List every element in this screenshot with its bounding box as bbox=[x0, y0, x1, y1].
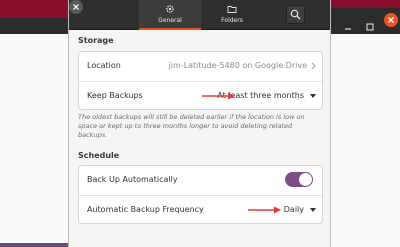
auto-backup-toggle[interactable] bbox=[285, 172, 313, 187]
window-close-button[interactable] bbox=[384, 13, 398, 27]
auto-backup-label: Back Up Automatically bbox=[87, 175, 178, 184]
maximize-icon[interactable] bbox=[366, 23, 374, 34]
auto-backup-row: Back Up Automatically bbox=[79, 166, 322, 194]
search-button[interactable] bbox=[286, 5, 305, 24]
toggle-knob bbox=[299, 173, 312, 186]
location-label: Location bbox=[87, 61, 121, 70]
chevron-right-icon bbox=[311, 62, 316, 70]
location-value: jim-Latitude-5480 on Google Drive bbox=[168, 61, 307, 70]
retention-note: The oldest backups will still be deleted… bbox=[78, 113, 305, 139]
tab-general[interactable]: General bbox=[139, 0, 201, 30]
backup-frequency-row[interactable]: Automatic Backup Frequency Daily bbox=[79, 195, 322, 223]
close-icon bbox=[73, 4, 79, 10]
dropdown-arrow-icon bbox=[310, 208, 316, 212]
gear-icon bbox=[166, 5, 174, 13]
keep-backups-label: Keep Backups bbox=[87, 91, 143, 100]
dropdown-arrow-icon bbox=[310, 94, 316, 98]
keep-backups-row[interactable]: Keep Backups At least three months bbox=[79, 81, 322, 109]
preferences-dialog: General Folders Storage Location jim-Lat… bbox=[68, 0, 331, 247]
background-window-body-right bbox=[331, 34, 400, 247]
dialog-headerbar: General Folders bbox=[69, 0, 330, 30]
tab-folders-label: Folders bbox=[221, 17, 243, 24]
close-icon bbox=[388, 17, 394, 23]
location-row[interactable]: Location jim-Latitude-5480 on Google Dri… bbox=[79, 52, 322, 80]
background-titlebar-accent-right bbox=[330, 0, 400, 8]
backup-frequency-value: Daily bbox=[283, 205, 304, 214]
minimize-icon[interactable] bbox=[344, 23, 352, 34]
folder-icon bbox=[227, 6, 237, 13]
schedule-card: Back Up Automatically Automatic Backup F… bbox=[78, 165, 323, 224]
schedule-heading: Schedule bbox=[78, 151, 120, 160]
background-window-body bbox=[0, 34, 68, 247]
tab-folders[interactable]: Folders bbox=[201, 0, 263, 30]
annotation-arrow-icon bbox=[248, 206, 281, 214]
backup-frequency-label: Automatic Backup Frequency bbox=[87, 205, 204, 214]
background-titlebar-accent bbox=[0, 0, 68, 18]
annotation-arrow-icon bbox=[202, 92, 235, 100]
tab-general-label: General bbox=[158, 17, 182, 24]
dialog-close-button[interactable] bbox=[69, 0, 83, 14]
background-accent-strip bbox=[0, 243, 68, 247]
background-headerbar-left bbox=[0, 18, 68, 34]
search-icon bbox=[290, 9, 301, 20]
storage-card: Location jim-Latitude-5480 on Google Dri… bbox=[78, 51, 323, 110]
storage-heading: Storage bbox=[78, 36, 114, 45]
